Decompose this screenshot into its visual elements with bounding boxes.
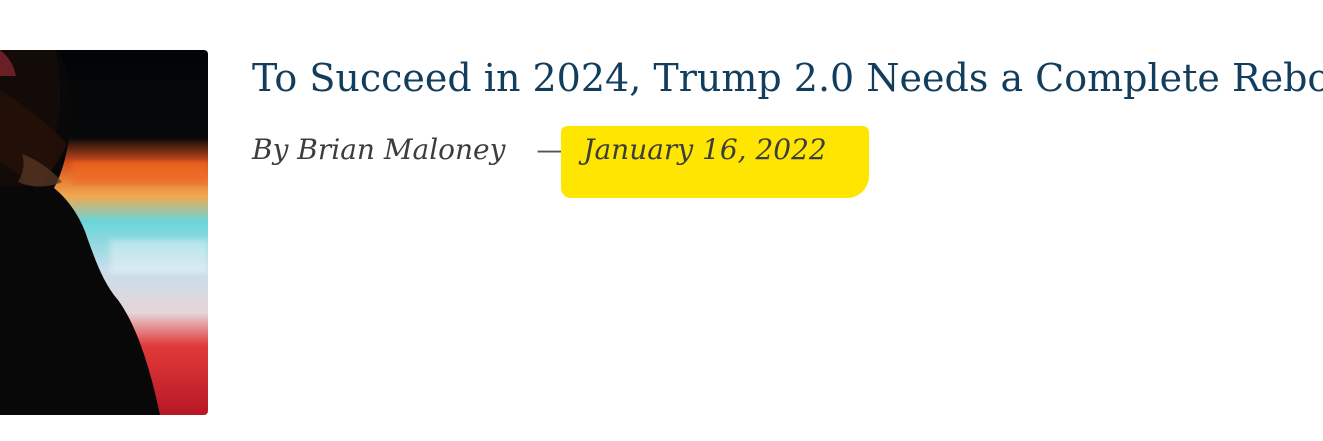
date-highlight-wrapper: January 16, 2022 [561,126,870,198]
article-title-link[interactable]: To Succeed in 2024, Trump 2.0 Needs a Co… [252,54,1323,102]
article-meta: By Brian Maloney — January 16, 2022 [252,126,870,198]
meta-separator: — [536,133,565,166]
article-thumbnail-link[interactable] [0,50,208,415]
publish-date: January 16, 2022 [583,133,827,166]
author-link[interactable]: By Brian Maloney [252,133,505,166]
article-thumbnail-image [0,50,208,415]
article-list-item: To Succeed in 2024, Trump 2.0 Needs a Co… [0,0,1323,441]
